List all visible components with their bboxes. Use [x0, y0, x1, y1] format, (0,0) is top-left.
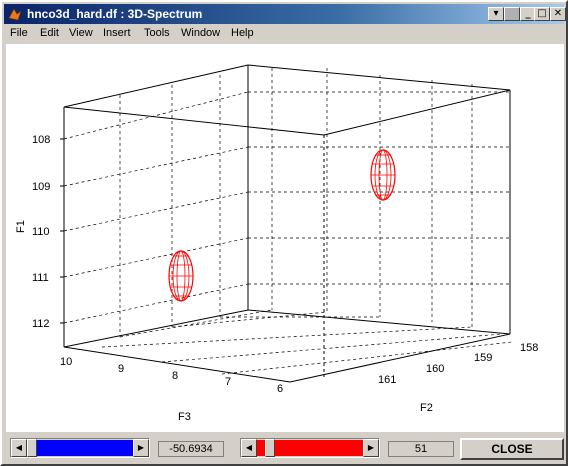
right-slider-decrease-button[interactable]: ◀: [241, 439, 257, 457]
left-slider[interactable]: ◀ ▶: [10, 438, 150, 458]
f3-tick-6: 6: [277, 383, 283, 395]
main-window: hnco3d_hard.df : 3D-Spectrum ▾ _ □ ✕ Fil…: [0, 0, 568, 466]
close-button[interactable]: CLOSE: [460, 438, 564, 460]
f2-axis-label: F2: [420, 402, 433, 414]
right-slider[interactable]: ◀ ▶: [240, 438, 380, 458]
menu-bar: File Edit View Insert Tools Window Help: [4, 24, 564, 44]
f1-tick-110: 110: [32, 226, 50, 238]
menu-help[interactable]: Help: [231, 27, 254, 39]
peak-lower-left: [168, 250, 194, 302]
f3-tick-10: 10: [60, 356, 72, 368]
menu-tools[interactable]: Tools: [144, 27, 170, 39]
f1-axis-label: F1: [15, 220, 27, 233]
right-slider-track-left[interactable]: [257, 440, 265, 456]
left-slider-decrease-button[interactable]: ◀: [11, 439, 27, 457]
f1-tick-112: 112: [32, 318, 50, 330]
menu-window[interactable]: Window: [181, 27, 220, 39]
maximize-button[interactable]: □: [534, 7, 550, 21]
plot-area[interactable]: 108 109 110 111 112 10 9 8 7 6 158 159 1…: [6, 44, 564, 432]
right-slider-track-right[interactable]: [275, 440, 363, 456]
menu-insert[interactable]: Insert: [103, 27, 131, 39]
control-bar: ◀ ▶ -50.6934 ◀ ▶ 51 CLOSE: [4, 432, 564, 464]
f3-tick-9: 9: [118, 363, 124, 375]
f1-tick-109: 109: [32, 181, 50, 193]
3d-spectrum-plot[interactable]: 108 109 110 111 112 10 9 8 7 6 158 159 1…: [6, 44, 564, 432]
peak-upper-right: [370, 149, 396, 201]
dock-button[interactable]: [504, 7, 520, 21]
right-slider-increase-button[interactable]: ▶: [363, 439, 379, 457]
menu-view[interactable]: View: [69, 27, 93, 39]
f3-axis-label: F3: [178, 411, 191, 423]
f3-tick-8: 8: [172, 370, 178, 382]
left-value-readout: -50.6934: [158, 441, 224, 457]
matlab-logo-icon: [8, 8, 22, 21]
title-bar[interactable]: hnco3d_hard.df : 3D-Spectrum ▾ _ □ ✕: [4, 4, 566, 24]
f2-tick-161: 161: [378, 374, 396, 386]
tick-marks: [60, 138, 64, 324]
f3-tick-7: 7: [225, 376, 231, 388]
f1-tick-108: 108: [32, 134, 50, 146]
f2-tick-159: 159: [474, 352, 492, 364]
f2-tick-160: 160: [426, 363, 444, 375]
right-slider-thumb[interactable]: [265, 439, 275, 457]
menu-edit[interactable]: Edit: [40, 27, 59, 39]
left-slider-increase-button[interactable]: ▶: [133, 439, 149, 457]
close-window-button[interactable]: ✕: [550, 7, 566, 21]
right-value-readout: 51: [388, 441, 454, 457]
window-title: hnco3d_hard.df : 3D-Spectrum: [27, 7, 203, 21]
menu-file[interactable]: File: [10, 27, 28, 39]
left-slider-track[interactable]: [37, 440, 133, 456]
menu-arrow-button[interactable]: ▾: [488, 7, 504, 21]
f2-tick-158: 158: [520, 342, 538, 354]
axes-box: [63, 64, 511, 383]
f1-tick-111: 111: [32, 272, 49, 284]
left-slider-thumb[interactable]: [27, 439, 37, 457]
